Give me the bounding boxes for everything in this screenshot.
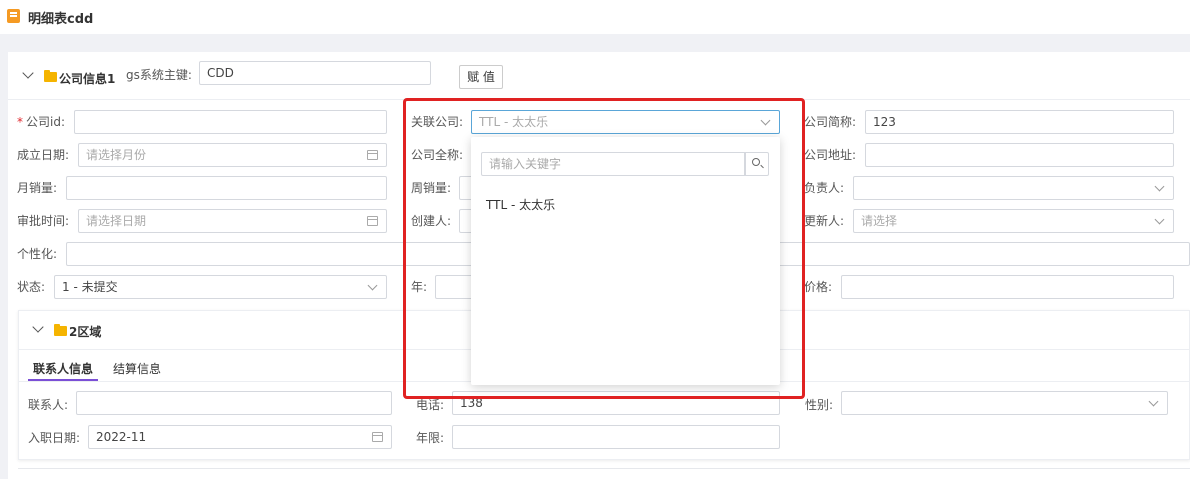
- company-id-input[interactable]: [74, 110, 387, 134]
- dropdown-option[interactable]: TTL - 太太乐: [486, 196, 555, 213]
- pk-label: gs系统主键:: [126, 68, 192, 82]
- chevron-down-icon: [1148, 396, 1159, 407]
- next-section-edge: [18, 468, 1190, 479]
- tab-settlement-info[interactable]: 结算信息: [113, 360, 161, 377]
- pk-input[interactable]: CDD: [199, 61, 431, 85]
- status-value: 1 - 未提交: [62, 280, 118, 294]
- calendar-icon: [372, 432, 383, 442]
- related-company-label: 关联公司:: [411, 115, 464, 129]
- chevron-down-icon: [367, 280, 378, 291]
- approval-time-picker[interactable]: 请选择日期: [78, 209, 387, 233]
- calendar-icon: [367, 150, 378, 160]
- title-bar: 明细表cdd: [0, 0, 1190, 34]
- search-icon: [752, 158, 760, 166]
- company-short-input[interactable]: 123: [865, 110, 1174, 134]
- updater-label: 更新人:: [804, 214, 845, 228]
- folder-icon: [44, 70, 57, 82]
- approval-time-placeholder: 请选择日期: [86, 214, 147, 228]
- required-mark: *: [17, 115, 23, 129]
- company-id-label: * 公司id:: [17, 113, 65, 130]
- related-company-select[interactable]: TTL - 太太乐: [471, 110, 780, 134]
- status-label: 状态:: [17, 280, 46, 294]
- company-full-label: 公司全称:: [411, 148, 464, 162]
- dropdown-search-input[interactable]: 请输入关键字: [481, 152, 745, 176]
- price-input[interactable]: [841, 275, 1174, 299]
- updater-select[interactable]: 请选择: [853, 209, 1174, 233]
- founded-date-placeholder: 请选择月份: [86, 148, 147, 162]
- founded-date-picker[interactable]: 请选择月份: [78, 143, 387, 167]
- updater-placeholder: 请选择: [861, 214, 898, 228]
- year-label: 年:: [411, 280, 428, 294]
- folder-icon: [54, 324, 67, 336]
- monthly-sales-input[interactable]: [66, 176, 387, 200]
- company-address-input[interactable]: [865, 143, 1174, 167]
- chevron-down-icon: [1154, 214, 1165, 225]
- phone-input[interactable]: 138: [452, 391, 780, 415]
- creator-label: 创建人:: [411, 214, 452, 228]
- gender-select[interactable]: [841, 391, 1168, 415]
- related-company-value: TTL - 太太乐: [479, 115, 549, 129]
- contact-label: 联系人:: [28, 398, 69, 412]
- document-icon: [7, 9, 20, 23]
- owner-select[interactable]: [853, 176, 1174, 200]
- gender-label: 性别:: [805, 398, 834, 412]
- hire-date-label: 入职日期:: [28, 431, 81, 445]
- chevron-down-icon: [760, 115, 771, 126]
- company-id-label-text: 公司id:: [26, 115, 65, 129]
- related-company-dropdown: 请输入关键字 TTL - 太太乐: [471, 137, 780, 385]
- hire-date-picker[interactable]: 2022-11: [88, 425, 392, 449]
- tenure-input[interactable]: [452, 425, 780, 449]
- company-short-label: 公司简称:: [804, 115, 857, 129]
- company-address-label: 公司地址:: [804, 148, 857, 162]
- phone-label: 电话:: [416, 398, 445, 412]
- chevron-down-icon: [1154, 181, 1165, 192]
- approval-time-label: 审批时间:: [17, 214, 70, 228]
- founded-date-label: 成立日期:: [17, 148, 70, 162]
- status-select[interactable]: 1 - 未提交: [54, 275, 387, 299]
- hire-date-value: 2022-11: [96, 430, 147, 444]
- weekly-sales-label: 周销量:: [411, 181, 452, 195]
- page-title: 明细表cdd: [28, 12, 94, 27]
- assign-button[interactable]: 赋 值: [459, 65, 503, 89]
- section-title: 公司信息1: [59, 72, 116, 86]
- tenure-label: 年限:: [416, 431, 445, 445]
- monthly-sales-label: 月销量:: [17, 181, 58, 195]
- contact-input[interactable]: [76, 391, 392, 415]
- dropdown-search-button[interactable]: [745, 152, 769, 176]
- tab-contact-info[interactable]: 联系人信息: [33, 360, 93, 377]
- section-2-title: 2区域: [69, 325, 102, 339]
- owner-label: 负责人:: [804, 181, 845, 195]
- personalize-label: 个性化:: [17, 247, 58, 261]
- price-label: 价格:: [804, 280, 833, 294]
- calendar-icon: [367, 216, 378, 226]
- section-divider: [8, 99, 1190, 100]
